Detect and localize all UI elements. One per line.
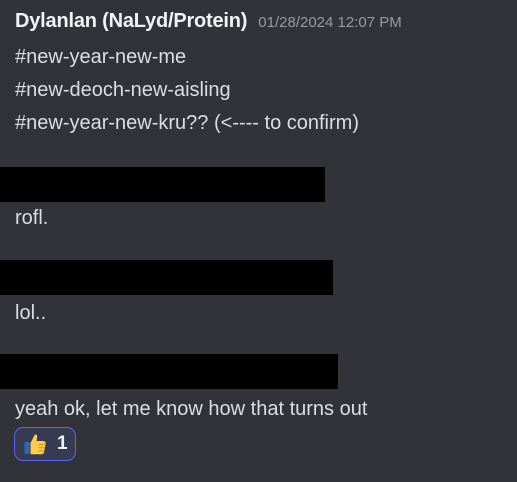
redacted-block xyxy=(0,167,325,202)
reaction-thumbs-up-button[interactable]: 1 xyxy=(14,427,76,461)
redacted-block xyxy=(0,260,333,295)
message-header: Dylanlan (NaLyd/Protein) 01/28/2024 12:0… xyxy=(15,10,402,36)
thumbs-up-icon xyxy=(24,434,46,455)
followup-message: yeah ok, let me know how that turns out xyxy=(15,398,368,420)
message-line: #new-deoch-new-aisling xyxy=(15,79,231,101)
redacted-block xyxy=(0,354,338,389)
chat-message-log: Dylanlan (NaLyd/Protein) 01/28/2024 12:0… xyxy=(0,0,517,482)
message-timestamp: 01/28/2024 12:07 PM xyxy=(258,14,402,31)
followup-message: rofl. xyxy=(15,207,49,229)
author-name[interactable]: Dylanlan (NaLyd/Protein) xyxy=(15,10,247,33)
reaction-count: 1 xyxy=(57,433,68,454)
message-line: #new-year-new-kru?? (<---- to confirm) xyxy=(15,112,359,134)
message-line: #new-year-new-me xyxy=(15,46,187,68)
followup-message: lol.. xyxy=(15,302,47,324)
